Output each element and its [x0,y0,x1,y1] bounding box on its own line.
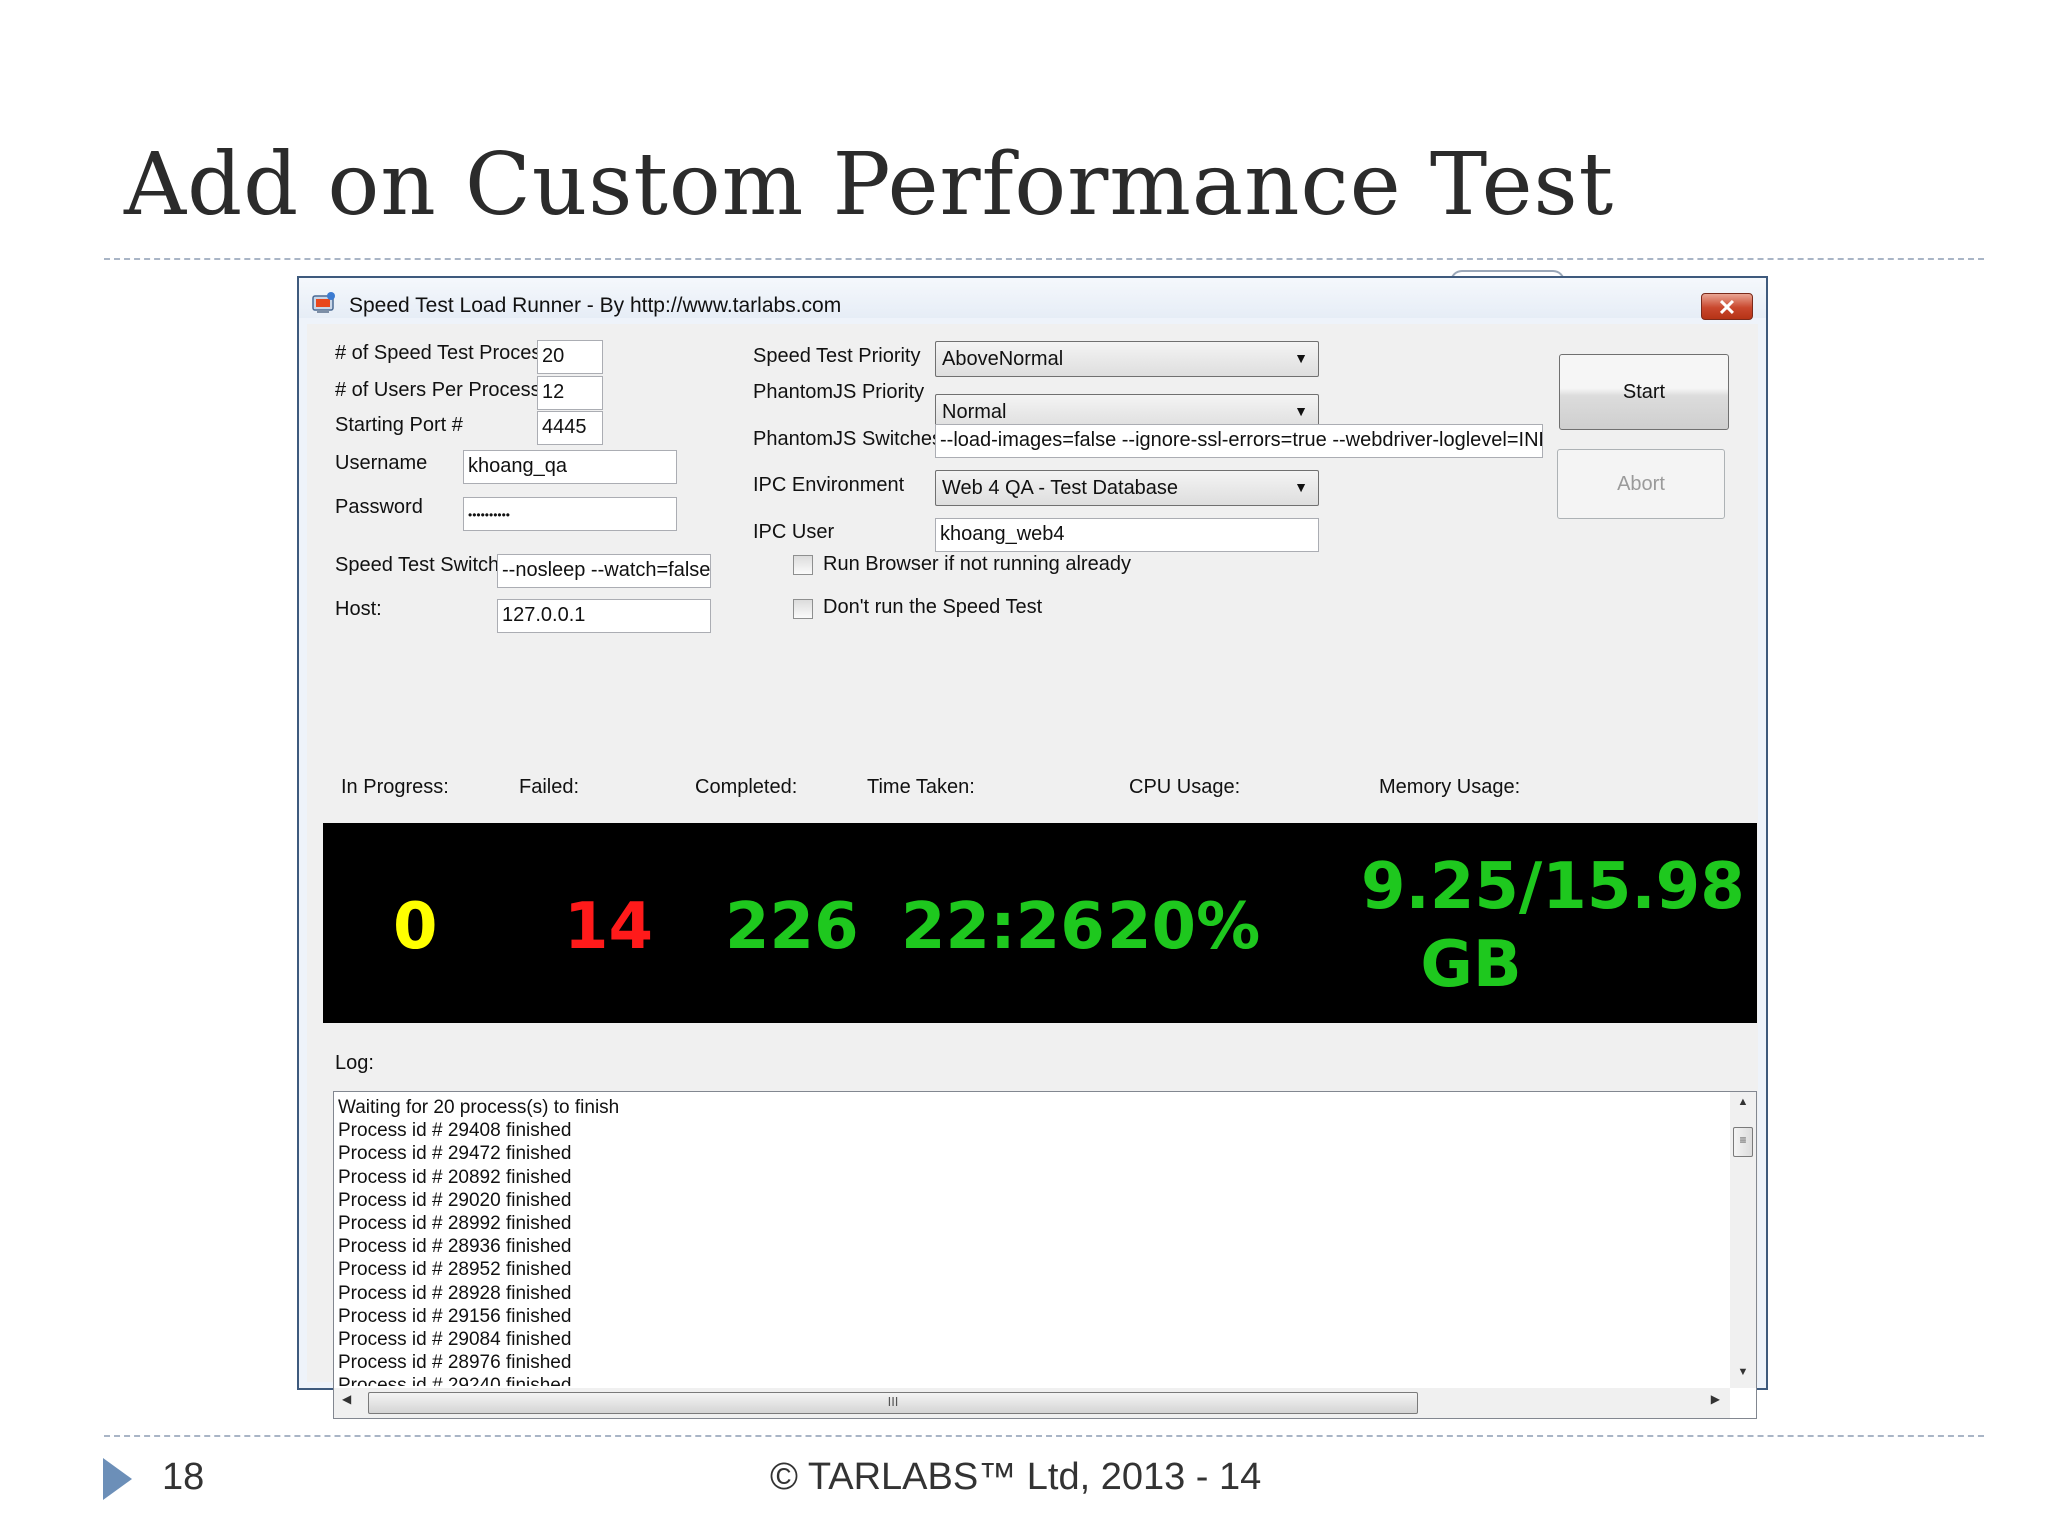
log-line: Process id # 29472 finished [338,1143,572,1165]
log-textbox[interactable]: Waiting for 20 process(s) to finish Proce… [333,1091,1757,1419]
in-progress-label: In Progress: [341,776,449,798]
log-line: Waiting for 20 process(s) to finish [338,1097,620,1118]
form-area: # of Speed Test Process 20 ▲ ▼ # of User… [307,324,1758,1419]
speed-test-switches-field[interactable]: --nosleep --watch=false [497,554,711,588]
completed-value: 226 [725,890,859,964]
time-taken-label: Time Taken: [867,776,975,798]
scroll-down-icon[interactable]: ▼ [1730,1366,1756,1378]
phantomjs-switches-field[interactable]: --load-images=false --ignore-ssl-errors=… [935,424,1543,458]
speed-test-priority-value: AboveNormal [942,348,1064,370]
log-label: Log: [335,1052,374,1074]
ipc-environment-select[interactable]: Web 4 QA - Test Database ▼ [935,470,1319,506]
speed-test-process-label: # of Speed Test Process [335,342,552,364]
users-per-process-stepper[interactable]: 12 ▲ ▼ [537,376,603,410]
chevron-down-icon: ▼ [1294,403,1308,419]
horizontal-scroll-thumb[interactable]: III [368,1392,1418,1414]
failed-label: Failed: [519,776,580,798]
username-label: Username [335,452,428,474]
password-label: Password [335,496,423,518]
starting-port-stepper[interactable]: 4445 ▲ ▼ [537,411,603,445]
time-taken-value: 22:26 [901,890,1105,964]
cpu-usage-value: 20% [1107,890,1261,964]
dont-run-checkbox[interactable] [793,599,813,619]
speed-test-process-stepper[interactable]: 20 ▲ ▼ [537,340,603,374]
log-line: Process id # 28992 finished [338,1213,572,1235]
password-field[interactable]: •••••••••• [463,497,677,531]
log-line: Process id # 28936 finished [338,1236,572,1258]
log-line: Process id # 29156 finished [338,1305,572,1327]
chevron-down-icon: ▼ [1294,479,1308,495]
memory-usage-label: Memory Usage: [1379,776,1521,798]
scroll-up-icon[interactable]: ▲ [1730,1096,1756,1108]
run-browser-label: Run Browser if not running already [823,553,1131,575]
scroll-grip: III [887,1394,899,1409]
footer-divider [104,1435,1984,1437]
slide-title: Add on Custom Performance Test [124,135,1615,235]
start-button[interactable]: Start [1559,354,1729,430]
memory-usage-value-line2: GB [1420,928,1522,1002]
host-field[interactable]: 127.0.0.1 [497,599,711,633]
phantomjs-priority-value: Normal [942,401,1007,423]
app-window: Speed Test Load Runner - By http://www.t… [297,276,1768,1419]
page-number: 18 [162,1456,205,1498]
log-line: Process id # 28952 finished [338,1259,572,1281]
host-label: Host: [335,598,382,620]
speed-test-priority-select[interactable]: AboveNormal ▼ [935,341,1319,377]
triangle-right-icon [103,1458,132,1500]
ipc-environment-value: Web 4 QA - Test Database [942,477,1179,499]
log-line: Process id # 29408 finished [338,1120,572,1142]
log-line: Process id # 28928 finished [338,1282,572,1304]
completed-label: Completed: [695,776,798,798]
log-line: Process id # 28976 finished [338,1352,572,1374]
speed-test-priority-label: Speed Test Priority [753,345,921,367]
stats-panel: 0 14 226 22:26 20% 9.25/15.98 GB [323,823,1757,1023]
ipc-environment-label: IPC Environment [753,474,905,496]
phantomjs-switches-label: PhantomJS Switches: [753,428,948,450]
users-per-process-value: 12 [542,381,565,403]
log-lines: Waiting for 20 process(s) to finish Proce… [338,1096,1726,1386]
ipc-user-label: IPC User [753,521,835,543]
log-line: Process id # 29084 finished [338,1329,572,1351]
speed-test-switches-label: Speed Test Switches [335,554,521,576]
abort-button[interactable]: Abort [1557,449,1725,519]
log-line: Process id # 29240 finished [338,1375,572,1386]
ipc-user-field[interactable]: khoang_web4 [935,518,1319,552]
speed-test-process-value: 20 [542,345,565,367]
username-field[interactable]: khoang_qa [463,450,677,484]
run-browser-checkbox[interactable] [793,555,813,575]
copyright: © TARLABS™ Ltd, 2013 - 14 [770,1456,1262,1498]
window-title: Speed Test Load Runner - By http://www.t… [349,294,842,317]
starting-port-value: 4445 [542,416,587,438]
horizontal-scrollbar[interactable]: ◀ III ▶ [334,1388,1730,1418]
in-progress-value: 0 [393,890,438,964]
phantomjs-priority-label: PhantomJS Priority [753,381,925,403]
users-per-process-label: # of Users Per Process [335,379,541,401]
app-icon [312,292,335,313]
cpu-usage-label: CPU Usage: [1129,776,1241,798]
scroll-left-icon[interactable]: ◀ [342,1392,351,1406]
title-bar[interactable]: Speed Test Load Runner - By http://www.t… [299,278,1766,320]
vertical-scrollbar[interactable]: ▲ ≡ ▼ [1730,1092,1756,1388]
memory-usage-value-line1: 9.25/15.98 [1361,850,1745,924]
close-button[interactable]: ✕ [1701,293,1753,320]
vertical-scroll-thumb[interactable]: ≡ [1733,1127,1753,1157]
close-icon: ✕ [1717,295,1737,320]
title-divider [104,258,1984,260]
scroll-right-icon[interactable]: ▶ [1711,1392,1720,1406]
dont-run-label: Don't run the Speed Test [823,596,1043,618]
chevron-down-icon: ▼ [1294,350,1308,366]
starting-port-label: Starting Port # [335,414,463,436]
log-line: Process id # 29020 finished [338,1189,572,1211]
failed-value: 14 [564,890,654,964]
log-line: Process id # 20892 finished [338,1166,572,1188]
